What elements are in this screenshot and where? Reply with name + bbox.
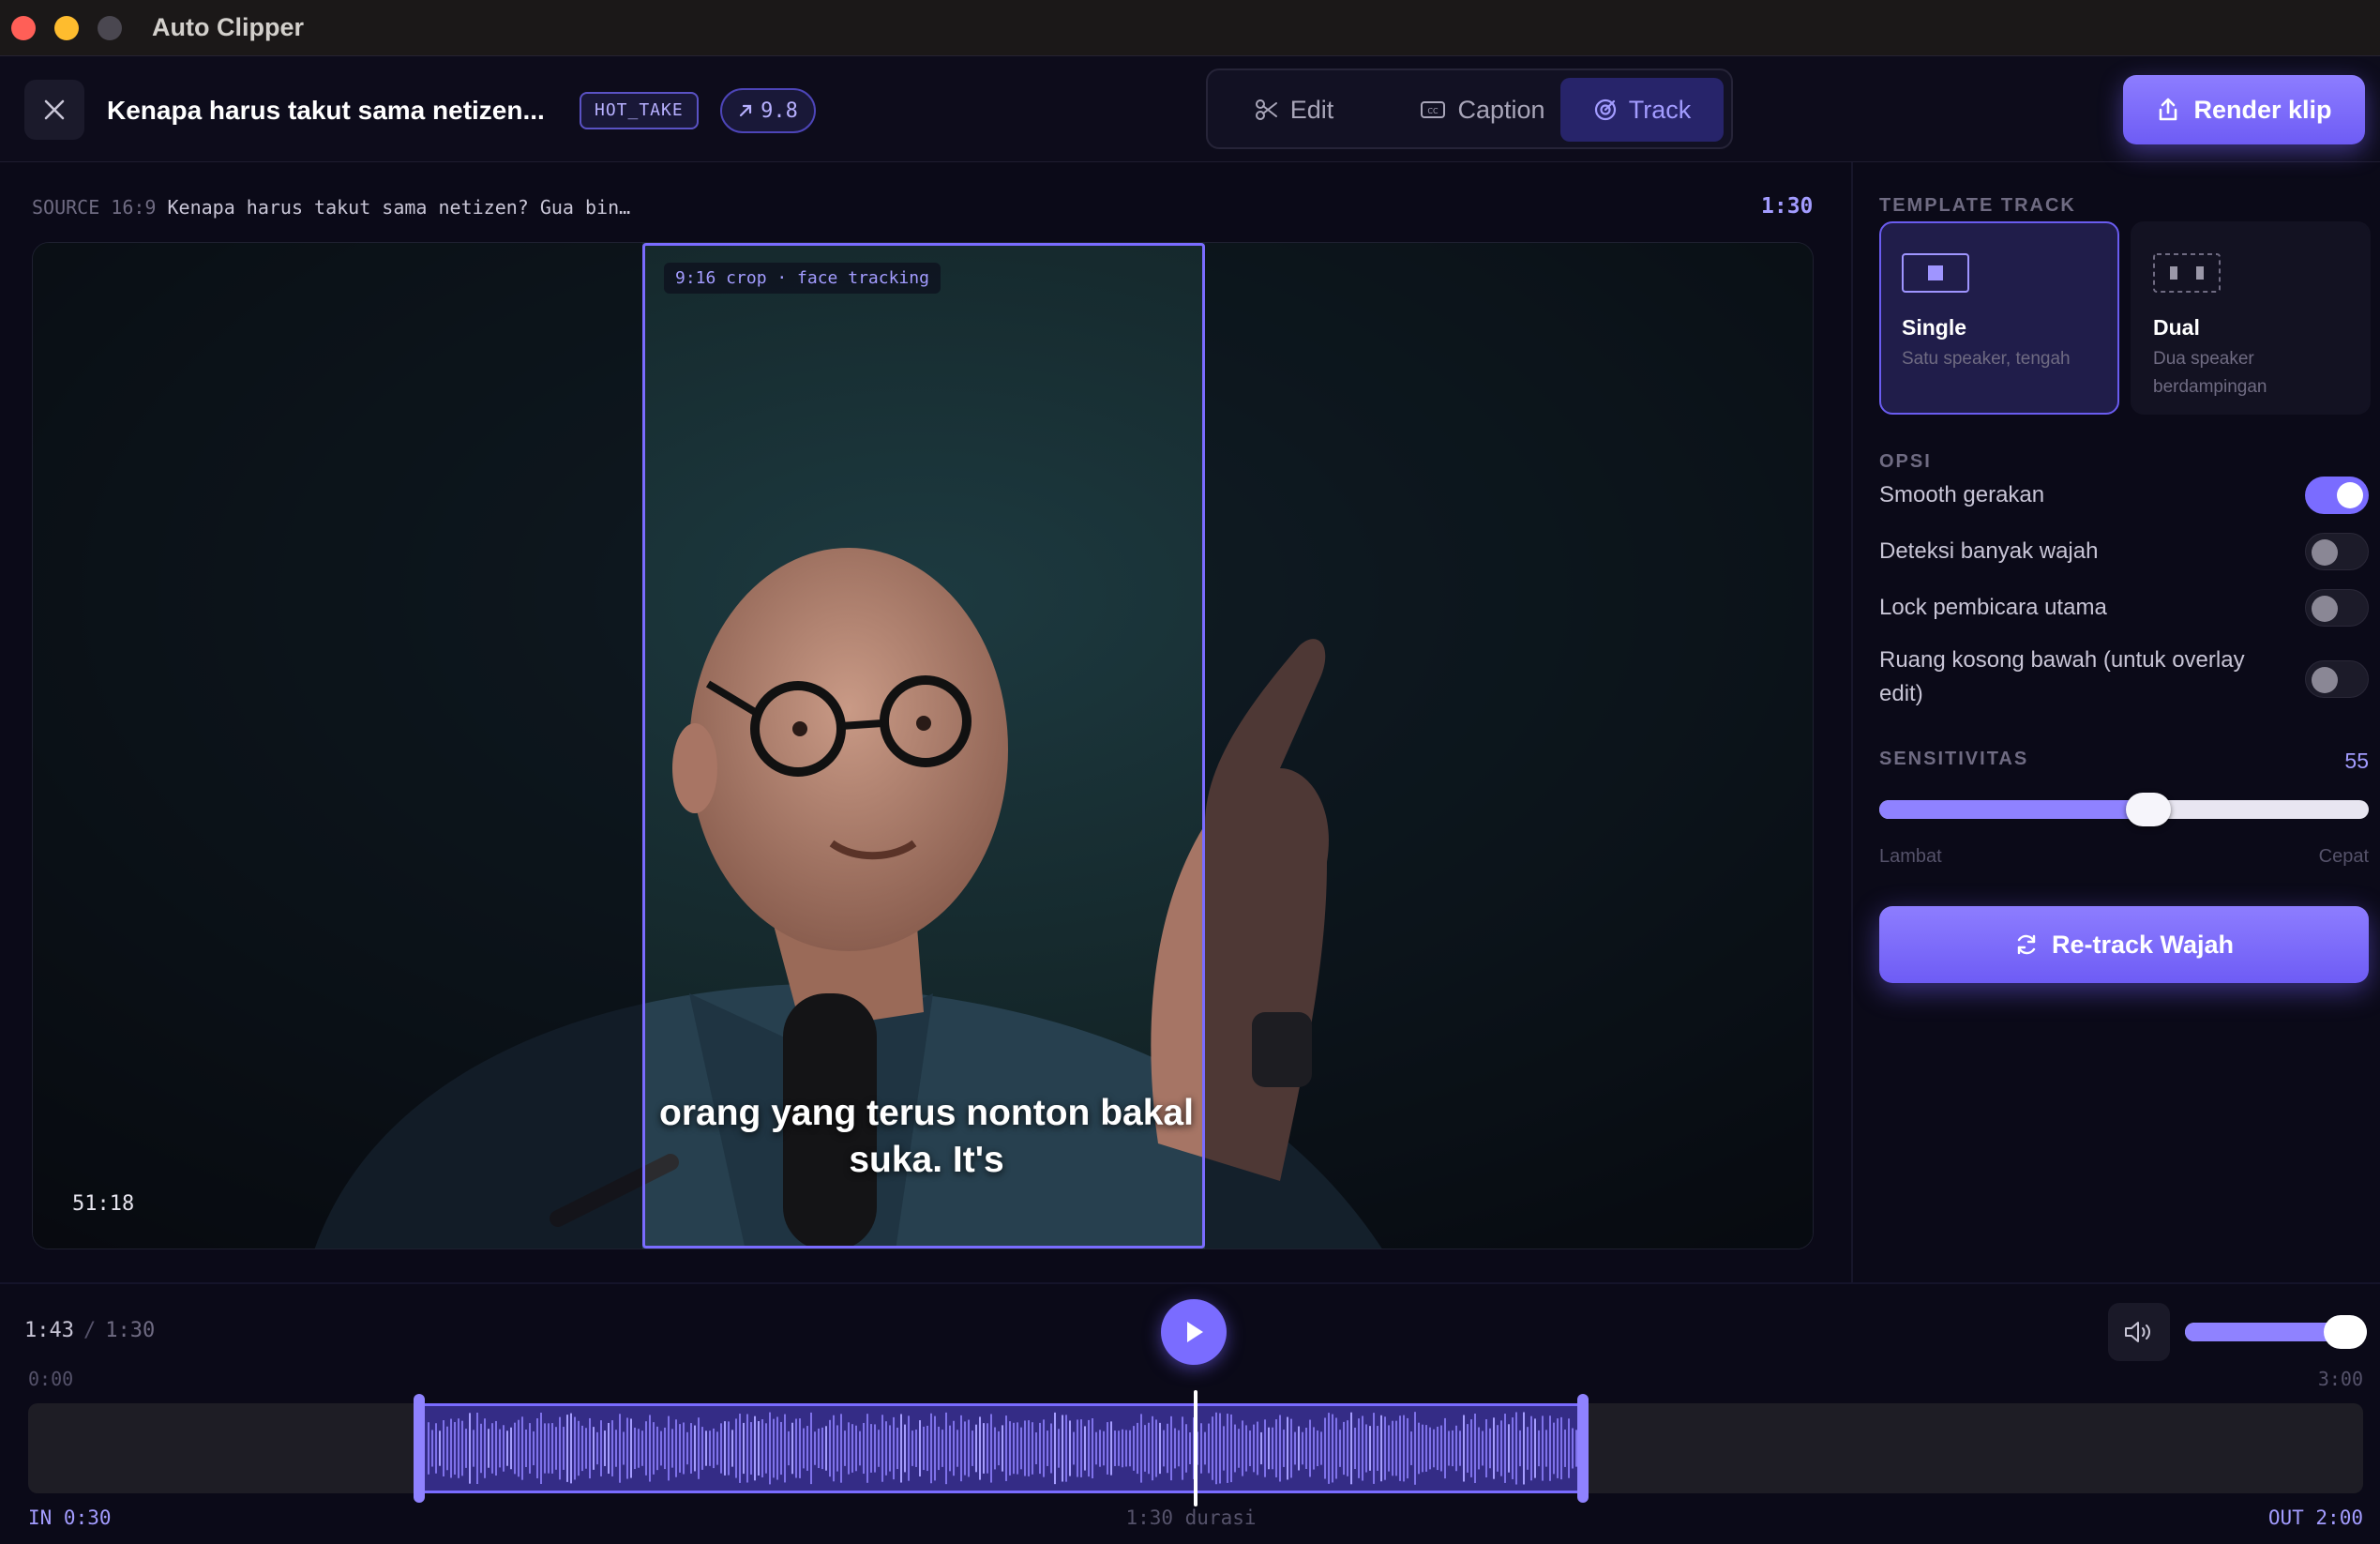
option-bottom-space-label: Ruang kosong bawah (untuk overlay edit) bbox=[1879, 647, 2245, 706]
out-point-label: OUT 2:00 bbox=[2267, 1506, 2363, 1529]
render-clip-label: Render klip bbox=[2193, 95, 2332, 124]
time-separator: / bbox=[83, 1319, 97, 1342]
template-dual-title: Dual bbox=[2153, 315, 2200, 340]
source-duration: 1:30 bbox=[1761, 194, 1814, 219]
timeline-start-label: 0:00 bbox=[28, 1368, 74, 1390]
source-info: SOURCE 16:9 Kenapa harus takut sama neti… bbox=[32, 196, 630, 219]
option-multi-face-row: Deteksi banyak wajah bbox=[1879, 533, 2369, 570]
toggle-knob bbox=[2312, 596, 2338, 622]
target-icon bbox=[1594, 98, 1616, 121]
video-timecode: 51:18 bbox=[72, 1192, 135, 1216]
retrack-face-label: Re-track Wajah bbox=[2051, 930, 2235, 959]
option-smooth-row: Smooth gerakan bbox=[1879, 477, 2369, 514]
crop-mode-label: 9:16 crop · face tracking bbox=[664, 263, 941, 294]
template-single-desc: Satu speaker, tengah bbox=[1902, 349, 2071, 369]
window-minimize-button[interactable] bbox=[54, 16, 79, 40]
tab-edit[interactable]: Edit bbox=[1219, 78, 1369, 142]
volume-button[interactable] bbox=[2108, 1303, 2170, 1361]
option-multi-face-label: Deteksi banyak wajah bbox=[1879, 538, 2099, 564]
app-title: Auto Clipper bbox=[152, 13, 304, 41]
window-maximize-button[interactable] bbox=[98, 16, 122, 40]
current-time: 1:43 bbox=[24, 1319, 74, 1342]
option-lock-speaker-row: Lock pembicara utama bbox=[1879, 589, 2369, 627]
outside-crop-shade-right bbox=[1205, 243, 1813, 1249]
retrack-face-button[interactable]: Re-track Wajah bbox=[1879, 906, 2369, 983]
total-time: 1:30 bbox=[105, 1319, 156, 1342]
score-badge: 9.8 bbox=[720, 88, 816, 133]
sensitivity-slider-thumb[interactable] bbox=[2126, 793, 2172, 826]
video-preview[interactable]: 9:16 crop · face tracking orang yang ter… bbox=[32, 242, 1814, 1249]
in-point-label: IN 0:30 bbox=[28, 1506, 112, 1529]
template-dual-card[interactable]: Dual Dua speaker berdampingan bbox=[2131, 221, 2371, 415]
tab-track[interactable]: Track bbox=[1560, 78, 1724, 142]
play-button[interactable] bbox=[1161, 1299, 1227, 1365]
close-editor-button[interactable] bbox=[24, 80, 84, 140]
option-bottom-space-toggle[interactable] bbox=[2305, 660, 2369, 698]
template-single-title: Single bbox=[1902, 315, 1967, 340]
close-icon bbox=[44, 99, 65, 120]
speaker-icon bbox=[2125, 1322, 2150, 1342]
cc-icon: CC bbox=[1421, 101, 1446, 118]
sensitivity-slider[interactable] bbox=[1879, 793, 2369, 826]
trend-up-icon bbox=[740, 104, 752, 117]
source-title: Kenapa harus takut sama netizen? Gua bin… bbox=[167, 196, 631, 219]
option-smooth-toggle[interactable] bbox=[2305, 477, 2369, 514]
sensitivity-slider-fill bbox=[1879, 800, 2149, 819]
tab-caption-label: Caption bbox=[1457, 95, 1545, 124]
audio-waveform bbox=[428, 1412, 1582, 1485]
toggle-knob bbox=[2312, 667, 2338, 693]
mode-tabs: Edit CC Caption Track bbox=[1206, 68, 1733, 149]
template-dual-desc: Dua speaker berdampingan bbox=[2153, 349, 2267, 397]
sidebar-divider bbox=[1851, 162, 1853, 1282]
sensitivity-label: SENSITIVITAS bbox=[1879, 749, 2029, 769]
option-lock-speaker-label: Lock pembicara utama bbox=[1879, 595, 2107, 620]
timeline-end-label: 3:00 bbox=[2317, 1368, 2363, 1390]
sensitivity-value: 55 bbox=[2344, 749, 2369, 773]
refresh-icon bbox=[2017, 934, 2036, 955]
render-clip-button[interactable]: Render klip bbox=[2123, 75, 2365, 144]
play-icon bbox=[1187, 1322, 1203, 1342]
template-single-card[interactable]: Single Satu speaker, tengah bbox=[1879, 221, 2119, 415]
clip-selection-region[interactable] bbox=[417, 1403, 1586, 1493]
caption-overlay: orang yang terus nonton bakal suka. It's bbox=[659, 1093, 1194, 1180]
tab-track-label: Track bbox=[1628, 95, 1692, 124]
scissors-icon bbox=[1255, 99, 1277, 120]
outside-crop-shade-left bbox=[33, 243, 642, 1249]
option-bottom-space-row: Ruang kosong bawah (untuk overlay edit) bbox=[1879, 643, 2369, 715]
clip-duration-label: 1:30 durasi bbox=[1125, 1506, 1257, 1529]
template-section-label: TEMPLATE TRACK bbox=[1879, 195, 2076, 216]
trim-out-handle[interactable] bbox=[1577, 1394, 1589, 1503]
playback-time: 1:43 / 1:30 bbox=[24, 1319, 155, 1342]
window-titlebar: Auto Clipper bbox=[0, 0, 2380, 56]
svg-text:CC: CC bbox=[1428, 107, 1439, 115]
window-close-button[interactable] bbox=[11, 16, 36, 40]
crop-frame[interactable]: 9:16 crop · face tracking orang yang ter… bbox=[642, 243, 1205, 1249]
dual-frame-icon bbox=[2153, 253, 2221, 293]
single-frame-icon bbox=[1902, 253, 1969, 293]
category-badge: HOT_TAKE bbox=[580, 92, 699, 129]
source-aspect: SOURCE 16:9 bbox=[32, 196, 157, 219]
sensitivity-min-label: Lambat bbox=[1879, 846, 1942, 867]
tab-edit-label: Edit bbox=[1289, 95, 1334, 124]
score-value: 9.8 bbox=[761, 98, 798, 123]
option-lock-speaker-toggle[interactable] bbox=[2305, 589, 2369, 627]
tab-caption[interactable]: CC Caption bbox=[1384, 78, 1581, 142]
timeline-track[interactable] bbox=[28, 1390, 2363, 1506]
options-section-label: OPSI bbox=[1879, 451, 1932, 472]
option-multi-face-toggle[interactable] bbox=[2305, 533, 2369, 570]
option-smooth-label: Smooth gerakan bbox=[1879, 482, 2045, 507]
volume-slider-thumb[interactable] bbox=[2324, 1315, 2367, 1349]
toggle-knob bbox=[2312, 539, 2338, 566]
toggle-knob bbox=[2337, 482, 2363, 508]
share-upload-icon bbox=[2160, 98, 2177, 121]
timeline-divider bbox=[0, 1282, 2380, 1284]
volume-slider[interactable] bbox=[2185, 1315, 2367, 1349]
trim-in-handle[interactable] bbox=[414, 1394, 426, 1503]
editor-header: Kenapa harus takut sama netizen... HOT_T… bbox=[0, 56, 2380, 162]
playhead[interactable] bbox=[1194, 1390, 1198, 1506]
sensitivity-max-label: Cepat bbox=[2318, 846, 2369, 867]
clip-title: Kenapa harus takut sama netizen... bbox=[107, 96, 545, 125]
